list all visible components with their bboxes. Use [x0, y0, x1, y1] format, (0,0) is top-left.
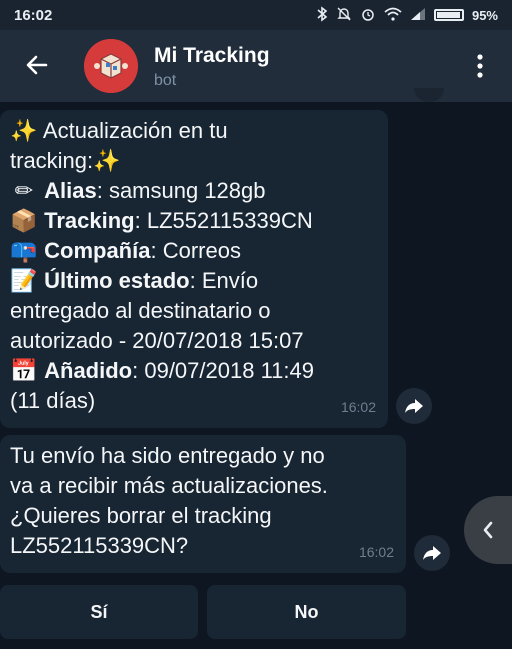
message-time: 16:02 — [358, 544, 394, 560]
line-text: Actualización en tu — [42, 118, 228, 143]
more-menu-button[interactable] — [470, 50, 490, 82]
message-bubble[interactable]: Tu envío ha sido entregado y no va a reci… — [0, 435, 406, 573]
chat-subtitle: bot — [154, 72, 177, 89]
field-label: Último estado — [44, 268, 190, 293]
message-line: 📝 Último estado: Envío — [10, 266, 378, 296]
bluetooth-icon — [316, 5, 328, 25]
share-arrow-icon — [423, 546, 441, 560]
field-label: Tracking — [44, 208, 135, 233]
mute-icon — [336, 6, 352, 25]
line-text: LZ552115339CN? — [10, 533, 189, 558]
line-text: autorizado - 20/07/2018 15:07 — [10, 328, 304, 353]
message-line: 📪 Compañía: Correos — [10, 236, 378, 266]
signal-icon — [410, 7, 426, 24]
status-time: 16:02 — [14, 6, 53, 24]
line-text: (11 días) — [10, 388, 96, 413]
chevron-left-icon — [483, 521, 493, 539]
forward-button[interactable] — [414, 535, 450, 571]
message-line: LZ552115339CN? — [10, 531, 396, 561]
reply-yes-label: Sí — [90, 601, 108, 622]
message-line: tracking:✨ — [10, 146, 378, 176]
reply-yes-button[interactable]: Sí — [0, 585, 198, 639]
line-text: : Envío — [189, 268, 259, 293]
message-line: 📦 Tracking: LZ552115339CN — [10, 206, 378, 236]
message-line: ✨ Actualización en tu — [10, 116, 378, 146]
line-text: Tu envío ha sido entregado y no — [10, 443, 325, 468]
line-text: : Correos — [150, 238, 241, 263]
line-text: : LZ552115339CN — [134, 208, 313, 233]
emoji-icon: 📪 — [10, 238, 38, 263]
emoji-icon: ✨ — [10, 118, 38, 143]
message-line: ¿Quieres borrar el tracking — [10, 501, 396, 531]
message-line: Tu envío ha sido entregado y no — [10, 441, 396, 471]
forward-button[interactable] — [396, 388, 432, 424]
bot-avatar[interactable] — [84, 39, 138, 93]
arrow-left-icon — [26, 55, 48, 75]
reply-no-button[interactable]: No — [207, 585, 406, 639]
emoji-icon: ✏ — [14, 178, 34, 203]
message-text: Tu envío ha sido entregado y no va a reci… — [10, 441, 396, 561]
scroll-down-tab[interactable] — [464, 496, 512, 564]
message-time: 16:02 — [340, 399, 376, 415]
message-bubble[interactable]: ✨ Actualización en tu tracking:✨ ✏ Alias: … — [0, 110, 388, 428]
back-button[interactable] — [22, 50, 52, 80]
emoji-icon: 📅 — [10, 358, 38, 383]
more-vertical-icon — [477, 54, 483, 78]
field-label: Compañía — [44, 238, 151, 263]
emoji-icon: 📦 — [10, 208, 38, 233]
battery-fill — [436, 12, 460, 18]
field-label: Alias — [44, 178, 97, 203]
message-line: autorizado - 20/07/2018 15:07 — [10, 326, 378, 356]
line-text: va a recibir más actualizaciones. — [10, 473, 328, 498]
line-text: ¿Quieres borrar el tracking — [10, 503, 272, 528]
message-text: ✨ Actualización en tu tracking:✨ ✏ Alias: … — [10, 116, 378, 416]
reply-no-label: No — [294, 601, 319, 622]
chat-title[interactable]: Mi Tracking — [154, 44, 270, 68]
line-text: : 09/07/2018 11:49 — [132, 358, 314, 383]
line-text: tracking: — [10, 148, 94, 173]
alarm-icon — [360, 6, 376, 25]
status-bar: 16:02 95% — [0, 0, 512, 30]
battery-icon — [433, 9, 464, 21]
package-robot-icon — [84, 39, 138, 93]
wifi-icon — [384, 7, 402, 24]
battery-percent: 95% — [471, 7, 498, 23]
line-text: : samsung 128gb — [96, 178, 266, 203]
share-arrow-icon — [405, 399, 423, 413]
message-line: (11 días) — [10, 386, 378, 416]
field-label: Añadido — [44, 358, 133, 383]
status-icons: 95% — [316, 5, 498, 25]
message-line: 📅 Añadido: 09/07/2018 11:49 — [10, 356, 378, 386]
sparkles-icon: ✨ — [93, 148, 121, 173]
message-line: ✏ Alias: samsung 128gb — [10, 176, 378, 206]
line-text: entregado al destinatario o — [10, 298, 271, 323]
message-line: entregado al destinatario o — [10, 296, 378, 326]
emoji-icon: 📝 — [10, 268, 38, 293]
message-line: va a recibir más actualizaciones. — [10, 471, 396, 501]
